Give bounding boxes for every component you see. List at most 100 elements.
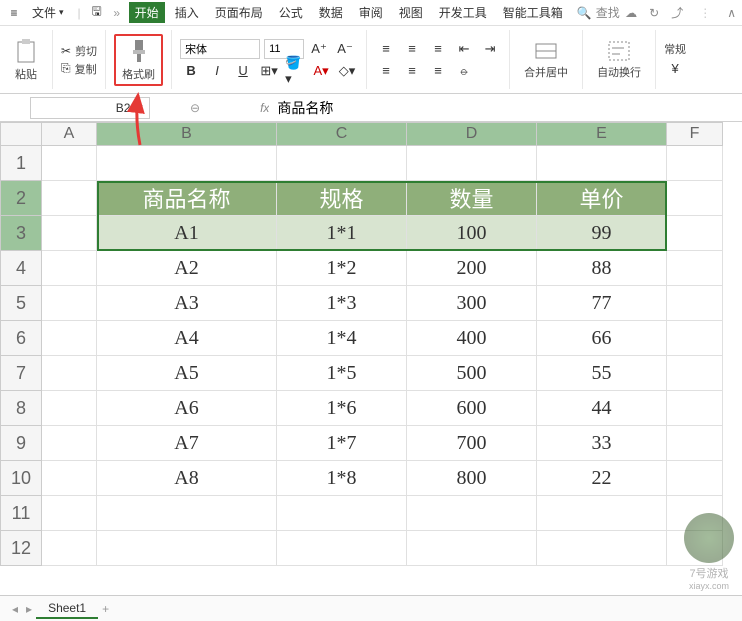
col-header[interactable]: D <box>407 122 537 146</box>
cell[interactable] <box>667 146 723 181</box>
shrink-font-button[interactable]: A⁻ <box>334 39 356 59</box>
add-sheet-button[interactable]: + <box>102 602 109 616</box>
cell[interactable] <box>42 391 97 426</box>
cell[interactable] <box>97 146 277 181</box>
tab-review[interactable]: 审阅 <box>353 2 389 23</box>
cell[interactable] <box>667 251 723 286</box>
cell[interactable]: 规格 <box>277 181 407 216</box>
copy-button[interactable]: ⎘复制 <box>61 61 97 77</box>
cell[interactable] <box>667 461 723 496</box>
cell[interactable] <box>537 496 667 531</box>
name-box[interactable]: B2▾ <box>30 97 150 119</box>
cell[interactable] <box>42 531 97 566</box>
cell[interactable] <box>667 426 723 461</box>
menu-icon[interactable]: ≡ <box>6 5 22 21</box>
cell[interactable]: 44 <box>537 391 667 426</box>
cell[interactable]: 88 <box>537 251 667 286</box>
indent-dec-button[interactable]: ⇤ <box>453 39 475 59</box>
cell[interactable]: 1*7 <box>277 426 407 461</box>
cell[interactable] <box>537 146 667 181</box>
cell[interactable] <box>97 496 277 531</box>
sheet-tab[interactable]: Sheet1 <box>36 599 98 619</box>
cut-button[interactable]: ✂剪切 <box>61 43 97 59</box>
cell[interactable]: 1*1 <box>277 216 407 251</box>
cell[interactable]: 单价 <box>537 181 667 216</box>
cell[interactable] <box>667 216 723 251</box>
cell[interactable]: 1*5 <box>277 356 407 391</box>
tab-view[interactable]: 视图 <box>393 2 429 23</box>
cell[interactable]: 1*6 <box>277 391 407 426</box>
cell[interactable]: 66 <box>537 321 667 356</box>
cell[interactable]: 33 <box>537 426 667 461</box>
wrap-button[interactable]: 自动换行 <box>591 38 647 82</box>
align-mid-button[interactable]: ≡ <box>401 39 423 59</box>
cell[interactable] <box>42 356 97 391</box>
indent-inc-button[interactable]: ⇥ <box>479 39 501 59</box>
cell[interactable] <box>42 146 97 181</box>
row-header[interactable]: 8 <box>0 391 42 426</box>
cell[interactable]: 77 <box>537 286 667 321</box>
tab-home[interactable]: 开始 <box>129 2 165 23</box>
cell[interactable] <box>42 286 97 321</box>
font-color-button[interactable]: A▾ <box>310 61 332 81</box>
tab-next-icon[interactable]: ▸ <box>26 602 32 616</box>
cell[interactable] <box>277 146 407 181</box>
align-bot-button[interactable]: ≡ <box>427 39 449 59</box>
cell[interactable]: 数量 <box>407 181 537 216</box>
cell[interactable] <box>42 426 97 461</box>
zoom-out-icon[interactable]: ⊖ <box>190 101 200 115</box>
cell[interactable] <box>407 146 537 181</box>
cell[interactable] <box>277 531 407 566</box>
cell[interactable]: 1*2 <box>277 251 407 286</box>
row-header[interactable]: 7 <box>0 356 42 391</box>
font-select[interactable] <box>180 39 260 59</box>
cell[interactable]: 300 <box>407 286 537 321</box>
cell[interactable]: 1*8 <box>277 461 407 496</box>
cell[interactable] <box>667 321 723 356</box>
col-header[interactable]: C <box>277 122 407 146</box>
cell[interactable]: 55 <box>537 356 667 391</box>
cell[interactable]: 700 <box>407 426 537 461</box>
cell[interactable] <box>667 286 723 321</box>
cell[interactable] <box>667 391 723 426</box>
currency-button[interactable]: ¥ <box>664 59 686 79</box>
row-header[interactable]: 4 <box>0 251 42 286</box>
row-header[interactable]: 6 <box>0 321 42 356</box>
collapse-icon[interactable]: ∧ <box>727 6 736 20</box>
cell[interactable] <box>537 531 667 566</box>
underline-button[interactable]: U <box>232 61 254 81</box>
row-header[interactable]: 1 <box>0 146 42 181</box>
cell[interactable]: A4 <box>97 321 277 356</box>
row-header[interactable]: 12 <box>0 531 42 566</box>
cell[interactable]: 500 <box>407 356 537 391</box>
italic-button[interactable]: I <box>206 61 228 81</box>
cell[interactable]: 商品名称 <box>97 181 277 216</box>
cell[interactable] <box>667 356 723 391</box>
row-header[interactable]: 11 <box>0 496 42 531</box>
cell[interactable]: 99 <box>537 216 667 251</box>
cell[interactable] <box>667 181 723 216</box>
cell[interactable]: A5 <box>97 356 277 391</box>
row-header[interactable]: 9 <box>0 426 42 461</box>
share-icon[interactable]: ⤴ <box>671 4 683 21</box>
cell[interactable]: 200 <box>407 251 537 286</box>
tab-smart[interactable]: 智能工具箱 <box>497 2 569 23</box>
more-icon[interactable]: » <box>109 5 125 21</box>
row-header[interactable]: 3 <box>0 216 42 251</box>
cell[interactable]: 1*4 <box>277 321 407 356</box>
col-header[interactable]: B <box>97 122 277 146</box>
save-icon[interactable]: 🖫 <box>89 5 105 21</box>
bold-button[interactable]: B <box>180 61 202 81</box>
file-menu[interactable]: 文件 ▾ <box>26 2 70 23</box>
tab-data[interactable]: 数据 <box>313 2 349 23</box>
orient-button[interactable]: ⦵ <box>453 61 475 81</box>
formula-input[interactable] <box>269 97 742 119</box>
notify-icon[interactable]: ↻ <box>649 6 659 20</box>
col-header[interactable]: A <box>42 122 97 146</box>
cell[interactable] <box>42 496 97 531</box>
select-all-corner[interactable] <box>0 122 42 146</box>
cell[interactable]: A2 <box>97 251 277 286</box>
align-left-button[interactable]: ≡ <box>375 61 397 81</box>
cell[interactable]: 800 <box>407 461 537 496</box>
clear-format-button[interactable]: ◇▾ <box>336 61 358 81</box>
